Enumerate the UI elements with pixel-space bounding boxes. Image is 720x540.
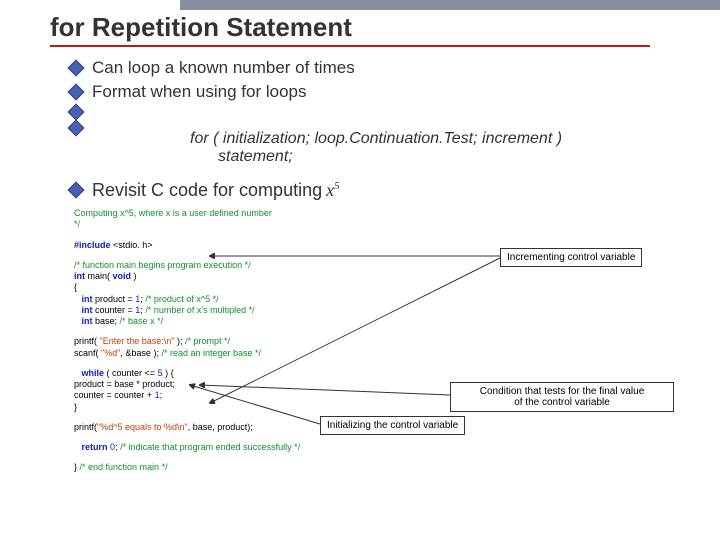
arrows: [0, 0, 720, 540]
